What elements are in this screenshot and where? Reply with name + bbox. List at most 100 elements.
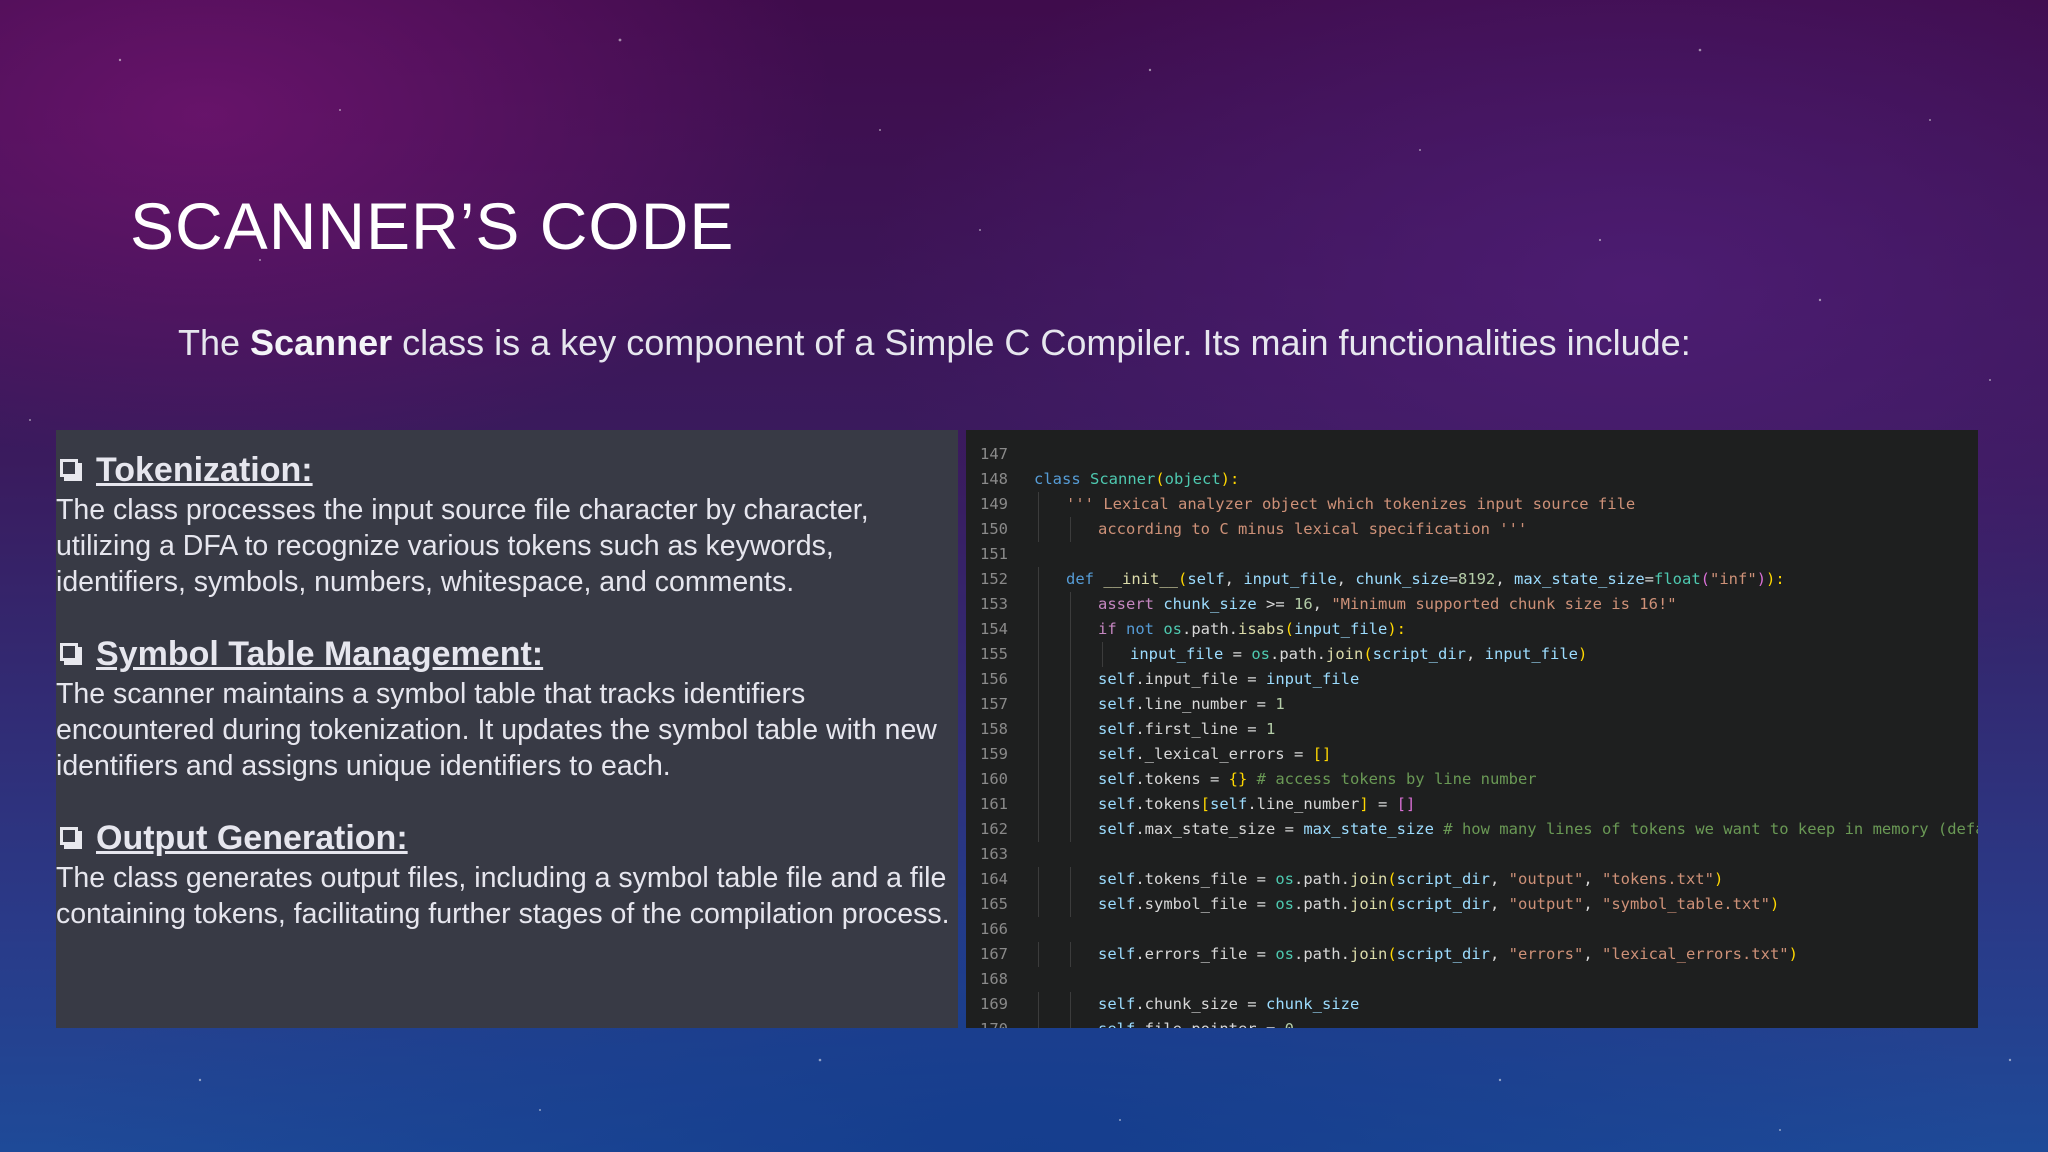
- indent-guide: [1038, 492, 1039, 517]
- code-text: self.first_line = 1: [1098, 720, 1276, 738]
- code-line: 164 self.tokens_file = os.path.join(scrip…: [966, 867, 1978, 892]
- indent-guide: [1102, 642, 1103, 667]
- code-line: 155 input_file = os.path.join(script_dir,…: [966, 642, 1978, 667]
- line-number: 148: [980, 470, 1008, 488]
- line-number: 170: [980, 1017, 1020, 1028]
- indent-guide: [1038, 567, 1039, 592]
- section-body: The class processes the input source fil…: [56, 494, 869, 598]
- code-line: 161 self.tokens[self.line_number] = []: [966, 792, 1978, 817]
- code-line: 148 class Scanner(object):: [966, 467, 1978, 492]
- code-line: 158 self.first_line = 1: [966, 717, 1978, 742]
- functionality-panel: Tokenization: The class processes the in…: [56, 430, 958, 1028]
- code-text: self.symbol_file = os.path.join(script_d…: [1098, 895, 1780, 913]
- intro-text: The Scanner class is a key component of …: [178, 322, 1691, 364]
- indent-guide: [1038, 942, 1039, 967]
- line-number: 166: [980, 920, 1008, 938]
- indent-guide: [1038, 867, 1039, 892]
- code-line: 156 self.input_file = input_file: [966, 667, 1978, 692]
- line-number: 153: [980, 595, 1008, 613]
- line-number: 157: [980, 695, 1008, 713]
- code-line: 160 self.tokens = {} # access tokens by l…: [966, 767, 1978, 792]
- indent-guide: [1070, 817, 1071, 842]
- intro-text-bold: Scanner: [250, 322, 393, 363]
- code-text: class Scanner(object):: [1034, 470, 1240, 488]
- indent-guide: [1038, 717, 1039, 742]
- code-text: according to C minus lexical specificati…: [1098, 520, 1528, 538]
- indent-guide: [1070, 867, 1071, 892]
- indent-guide: [1070, 592, 1071, 617]
- indent-guide: [1070, 992, 1071, 1017]
- section-title: Symbol Table Management:: [96, 634, 544, 673]
- code-text: self.input_file = input_file: [1098, 670, 1360, 688]
- line-number: 167: [980, 945, 1008, 963]
- code-line: 154 if not os.path.isabs(input_file):: [966, 617, 1978, 642]
- indent-guide: [1070, 742, 1071, 767]
- indent-guide: [1038, 817, 1039, 842]
- code-line: 170 self.file_pointer = 0: [966, 1017, 1978, 1028]
- intro-text-after: class is a key component of a Simple C C…: [392, 322, 1691, 363]
- code-text: self.tokens_file = os.path.join(script_d…: [1098, 870, 1724, 888]
- code-line: 163: [966, 842, 1978, 867]
- indent-guide: [1038, 667, 1039, 692]
- indent-guide: [1038, 767, 1039, 792]
- line-number: 147: [980, 445, 1008, 463]
- line-number: 150: [980, 520, 1008, 538]
- line-number: 158: [980, 720, 1008, 738]
- line-number: 163: [980, 845, 1008, 863]
- slide-title: SCANNER’S CODE: [130, 189, 735, 263]
- indent-guide: [1038, 1017, 1039, 1028]
- code-text: self.line_number = 1: [1098, 695, 1285, 713]
- code-text: assert chunk_size >= 16, "Minimum suppor…: [1098, 595, 1677, 613]
- code-line: 159 self._lexical_errors = []: [966, 742, 1978, 767]
- code-text: input_file = os.path.join(script_dir, in…: [1130, 645, 1588, 663]
- indent-guide: [1038, 792, 1039, 817]
- indent-guide: [1070, 642, 1071, 667]
- section-title: Tokenization:: [96, 450, 313, 489]
- code-line: 166: [966, 917, 1978, 942]
- code-line: 153 assert chunk_size >= 16, "Minimum sup…: [966, 592, 1978, 617]
- code-text: self.max_state_size = max_state_size # h…: [1098, 820, 1978, 838]
- indent-guide: [1038, 642, 1039, 667]
- checkbox-bullet-icon: [60, 459, 78, 477]
- intro-text-before: The: [178, 322, 251, 363]
- checkbox-bullet-icon: [60, 827, 78, 845]
- indent-guide: [1038, 742, 1039, 767]
- indent-guide: [1038, 692, 1039, 717]
- code-text: if not os.path.isabs(input_file):: [1098, 620, 1407, 638]
- section-symbol-table: Symbol Table Management: The scanner mai…: [56, 632, 956, 784]
- line-number: 149: [980, 495, 1008, 513]
- indent-guide: [1070, 892, 1071, 917]
- indent-guide: [1070, 792, 1071, 817]
- indent-guide: [1070, 517, 1071, 542]
- indent-guide: [1038, 517, 1039, 542]
- indent-guide: [1070, 717, 1071, 742]
- code-line: 157 self.line_number = 1: [966, 692, 1978, 717]
- checkbox-bullet-icon: [60, 643, 78, 661]
- code-text: self.file_pointer = 0: [1098, 1017, 1294, 1028]
- indent-guide: [1038, 992, 1039, 1017]
- code-line: 150 according to C minus lexical specific…: [966, 517, 1978, 542]
- code-text: ''' Lexical analyzer object which tokeni…: [1066, 495, 1636, 513]
- code-line: 147: [966, 442, 1978, 467]
- section-tokenization: Tokenization: The class processes the in…: [56, 448, 956, 600]
- code-text: def __init__(self, input_file, chunk_siz…: [1066, 570, 1785, 588]
- code-line: 151: [966, 542, 1978, 567]
- code-line: 168: [966, 967, 1978, 992]
- line-number: 162: [980, 820, 1008, 838]
- code-text: self._lexical_errors = []: [1098, 745, 1332, 763]
- section-body: The scanner maintains a symbol table tha…: [56, 678, 937, 782]
- line-number: 152: [980, 570, 1008, 588]
- code-line: 167 self.errors_file = os.path.join(scrip…: [966, 942, 1978, 967]
- line-number: 156: [980, 670, 1008, 688]
- line-number: 160: [980, 770, 1008, 788]
- indent-guide: [1038, 617, 1039, 642]
- indent-guide: [1070, 667, 1071, 692]
- indent-guide: [1038, 892, 1039, 917]
- line-number: 164: [980, 870, 1008, 888]
- code-line: 149 ''' Lexical analyzer object which tok…: [966, 492, 1978, 517]
- indent-guide: [1070, 767, 1071, 792]
- code-line: 162 self.max_state_size = max_state_size …: [966, 817, 1978, 842]
- code-line: 152 def __init__(self, input_file, chunk_…: [966, 567, 1978, 592]
- line-number: 159: [980, 745, 1008, 763]
- indent-guide: [1038, 592, 1039, 617]
